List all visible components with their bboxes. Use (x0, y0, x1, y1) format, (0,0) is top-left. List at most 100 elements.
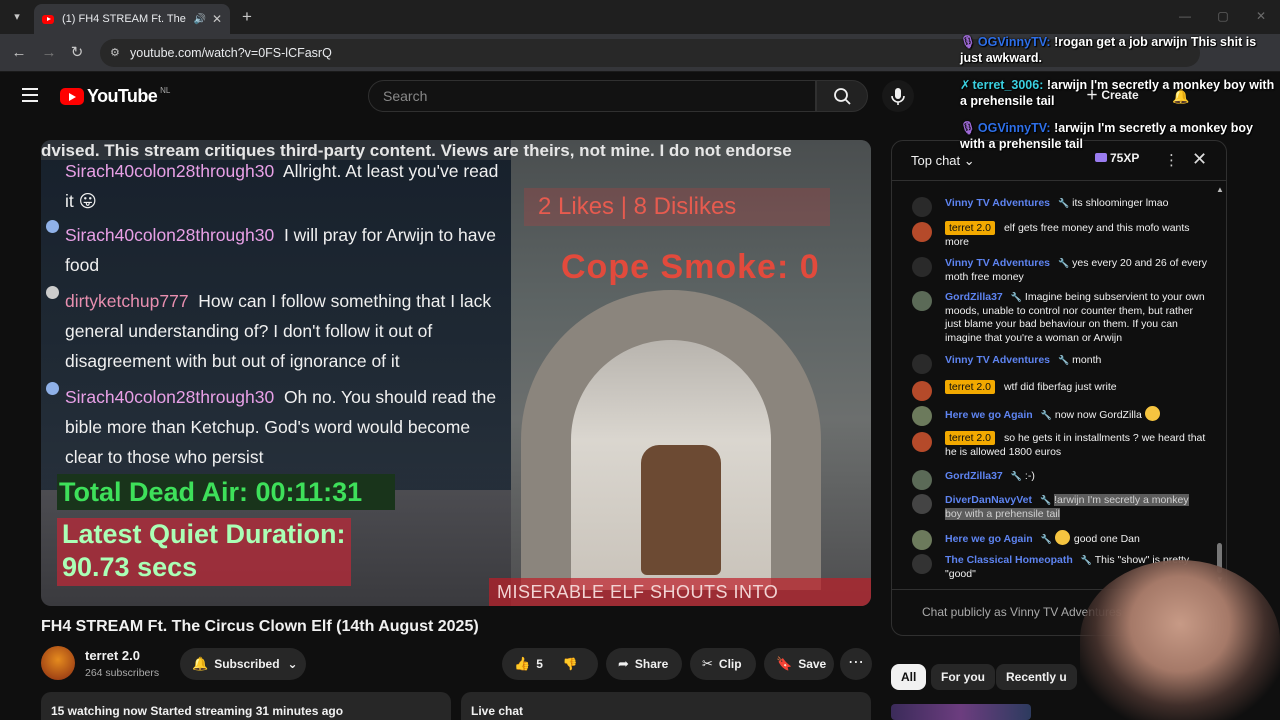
mic-icon: 🎙 (960, 121, 976, 135)
thumbs-down-icon[interactable]: 👎 (563, 657, 578, 671)
bookmark-icon: 🔖 (776, 656, 793, 671)
thumbs-up-icon[interactable]: 👍 (514, 656, 530, 672)
subscribed-button[interactable]: 🔔 Subscribed ⌄ (180, 648, 306, 680)
url-text: youtube.com/watch?v=0FS-lCFasrQ (130, 46, 332, 60)
gem-icon (1095, 153, 1107, 162)
overlay-message: dirtyketchup777 How can I follow somethi… (65, 291, 492, 371)
wrench-icon: 🔧 (1058, 355, 1070, 365)
video-title: FH4 STREAM Ft. The Circus Clown Elf (14t… (41, 618, 479, 635)
mic-icon: 🎙 (960, 35, 976, 49)
avatar[interactable] (912, 257, 932, 277)
chip-all[interactable]: All (891, 664, 927, 690)
search-icon (834, 88, 851, 105)
wrench-icon: 🔧 (1040, 410, 1052, 420)
chat-mode-dropdown[interactable]: Top chat ⌄ (911, 153, 975, 169)
streamer-webcam (1080, 560, 1280, 720)
chat-message: Here we go Again 🔧 now now GordZilla (912, 406, 1208, 426)
avatar[interactable] (912, 494, 932, 514)
chat-message: Here we go Again 🔧 good one Dan (912, 530, 1208, 550)
forward-icon[interactable]: → (38, 42, 60, 64)
menu-icon[interactable] (22, 88, 38, 102)
save-button[interactable]: 🔖 Save (764, 648, 834, 680)
youtube-logo-icon (60, 88, 84, 105)
cope-smoke-counter: Cope Smoke: 0 (561, 248, 820, 286)
window-controls: — ▢ ✕ (1166, 0, 1280, 32)
share-button[interactable]: ➦ Share (606, 648, 682, 680)
site-info-icon[interactable]: ⚙ (110, 48, 122, 59)
chip-for-you[interactable]: For you (931, 664, 995, 690)
search-input[interactable]: Search (368, 80, 816, 112)
close-window-icon[interactable]: ✕ (1242, 0, 1280, 32)
live-chat-label: Live chat (471, 704, 524, 718)
chat-message: terret 2.0 elf gets free money and this … (912, 221, 1208, 249)
new-tab-button[interactable]: + (236, 6, 258, 28)
search-button[interactable] (816, 80, 868, 112)
laughing-emoji-icon (1054, 530, 1070, 545)
like-count: 5 (536, 657, 543, 671)
chat-message: Vinny TV Adventures 🔧 its shloominger lma… (912, 197, 1208, 217)
avatar[interactable] (912, 530, 932, 550)
subscriber-count: 264 subscribers (85, 667, 160, 679)
watching-info: 15 watching now Started streaming 31 min… (51, 704, 344, 718)
avatar[interactable] (912, 222, 932, 242)
recommended-thumbnail[interactable] (891, 704, 1031, 720)
stream-overlay-message: 🎙 OGVinnyTV: !rogan get a job arwijn This… (960, 35, 1257, 65)
overlay-message: Sirach40colon28through30 Allright. At le… (65, 161, 499, 211)
scroll-up-icon[interactable]: ▲ (1216, 185, 1224, 194)
close-chat-icon[interactable]: ✕ (1192, 149, 1207, 170)
chat-options-icon[interactable]: ⋮ (1164, 151, 1179, 169)
minimize-icon[interactable]: — (1166, 0, 1204, 32)
clip-button[interactable]: ✂ Clip (690, 648, 756, 680)
avatar[interactable] (912, 406, 932, 426)
maximize-icon[interactable]: ▢ (1204, 0, 1242, 32)
stream-overlay-message: ✗ terret_3006: !arwijn I'm secretly a mon… (960, 78, 1275, 108)
avatar[interactable] (912, 432, 932, 452)
chat-message: GordZilla37 🔧 Imagine being subservient t… (912, 291, 1208, 345)
video-player[interactable]: dvised. This stream critiques third-part… (41, 140, 871, 606)
browser-tabbar: ▾ (1) FH4 STREAM Ft. The Circus Clown El… (0, 0, 1280, 34)
avatar[interactable] (912, 197, 932, 217)
back-icon[interactable]: ← (8, 42, 30, 64)
chat-message: Vinny TV Adventures 🔧 yes every 20 and 26… (912, 257, 1208, 284)
description-box[interactable]: 15 watching now Started streaming 31 min… (41, 692, 451, 720)
chevron-down-icon: ⌄ (287, 657, 298, 671)
avatar[interactable] (912, 381, 932, 401)
screen: ▾ (1) FH4 STREAM Ft. The Circus Clown El… (0, 0, 1280, 720)
xp-badge[interactable]: 75XP (1095, 151, 1139, 171)
chevron-down-icon: ⌄ (963, 153, 975, 168)
wrench-icon: 🔧 (1010, 292, 1022, 302)
close-tab-icon[interactable]: ✕ (212, 12, 222, 26)
wrench-icon: 🔧 (1040, 534, 1052, 544)
wrench-icon: 🔧 (1010, 471, 1022, 481)
chat-message: GordZilla37 🔧 :-) (912, 470, 1208, 490)
dead-air-timer: Total Dead Air: 00:11:31 (57, 474, 395, 510)
scissors-icon: ✂ (702, 656, 713, 671)
reload-icon[interactable]: ↻ (66, 42, 88, 64)
avatar[interactable] (912, 470, 932, 490)
latest-quiet-timer: Latest Quiet Duration: 90.73 secs (57, 518, 351, 586)
more-actions-icon[interactable]: ⋯ (840, 648, 872, 680)
bell-icon: 🔔 (192, 656, 209, 671)
sword-icon: ✗ (960, 78, 971, 92)
avatar[interactable] (912, 291, 932, 311)
chip-recently-uploaded[interactable]: Recently u (996, 664, 1077, 690)
speaker-icon[interactable]: 🔊 (193, 14, 205, 25)
live-chat-replay-box[interactable]: Live chat (461, 692, 871, 720)
channel-name[interactable]: terret 2.0 (85, 648, 140, 663)
youtube-logo[interactable]: YouTube NL (60, 86, 170, 107)
likes-dislikes-counter: 2 Likes | 8 Dislikes (524, 188, 830, 226)
avatar[interactable] (912, 354, 932, 374)
tab-search-icon[interactable]: ▾ (6, 6, 28, 28)
channel-avatar[interactable] (41, 646, 75, 680)
tab-title: (1) FH4 STREAM Ft. The Circus Clown Elf … (62, 13, 187, 25)
voice-search-button[interactable] (882, 80, 914, 112)
chat-message: terret 2.0 wtf did fiberfag just write (912, 380, 1208, 401)
browser-tab[interactable]: (1) FH4 STREAM Ft. The Circus Clown Elf … (34, 4, 230, 34)
overlay-message: Sirach40colon28through30 I will pray for… (65, 225, 496, 275)
user-badge-icon (46, 286, 59, 299)
avatar[interactable] (912, 554, 932, 574)
microphone-icon (891, 88, 905, 105)
video-marquee: MISERABLE ELF SHOUTS INTO (489, 578, 871, 606)
like-dislike-group: 👍 5 👎 (502, 648, 598, 680)
chair (641, 445, 721, 575)
